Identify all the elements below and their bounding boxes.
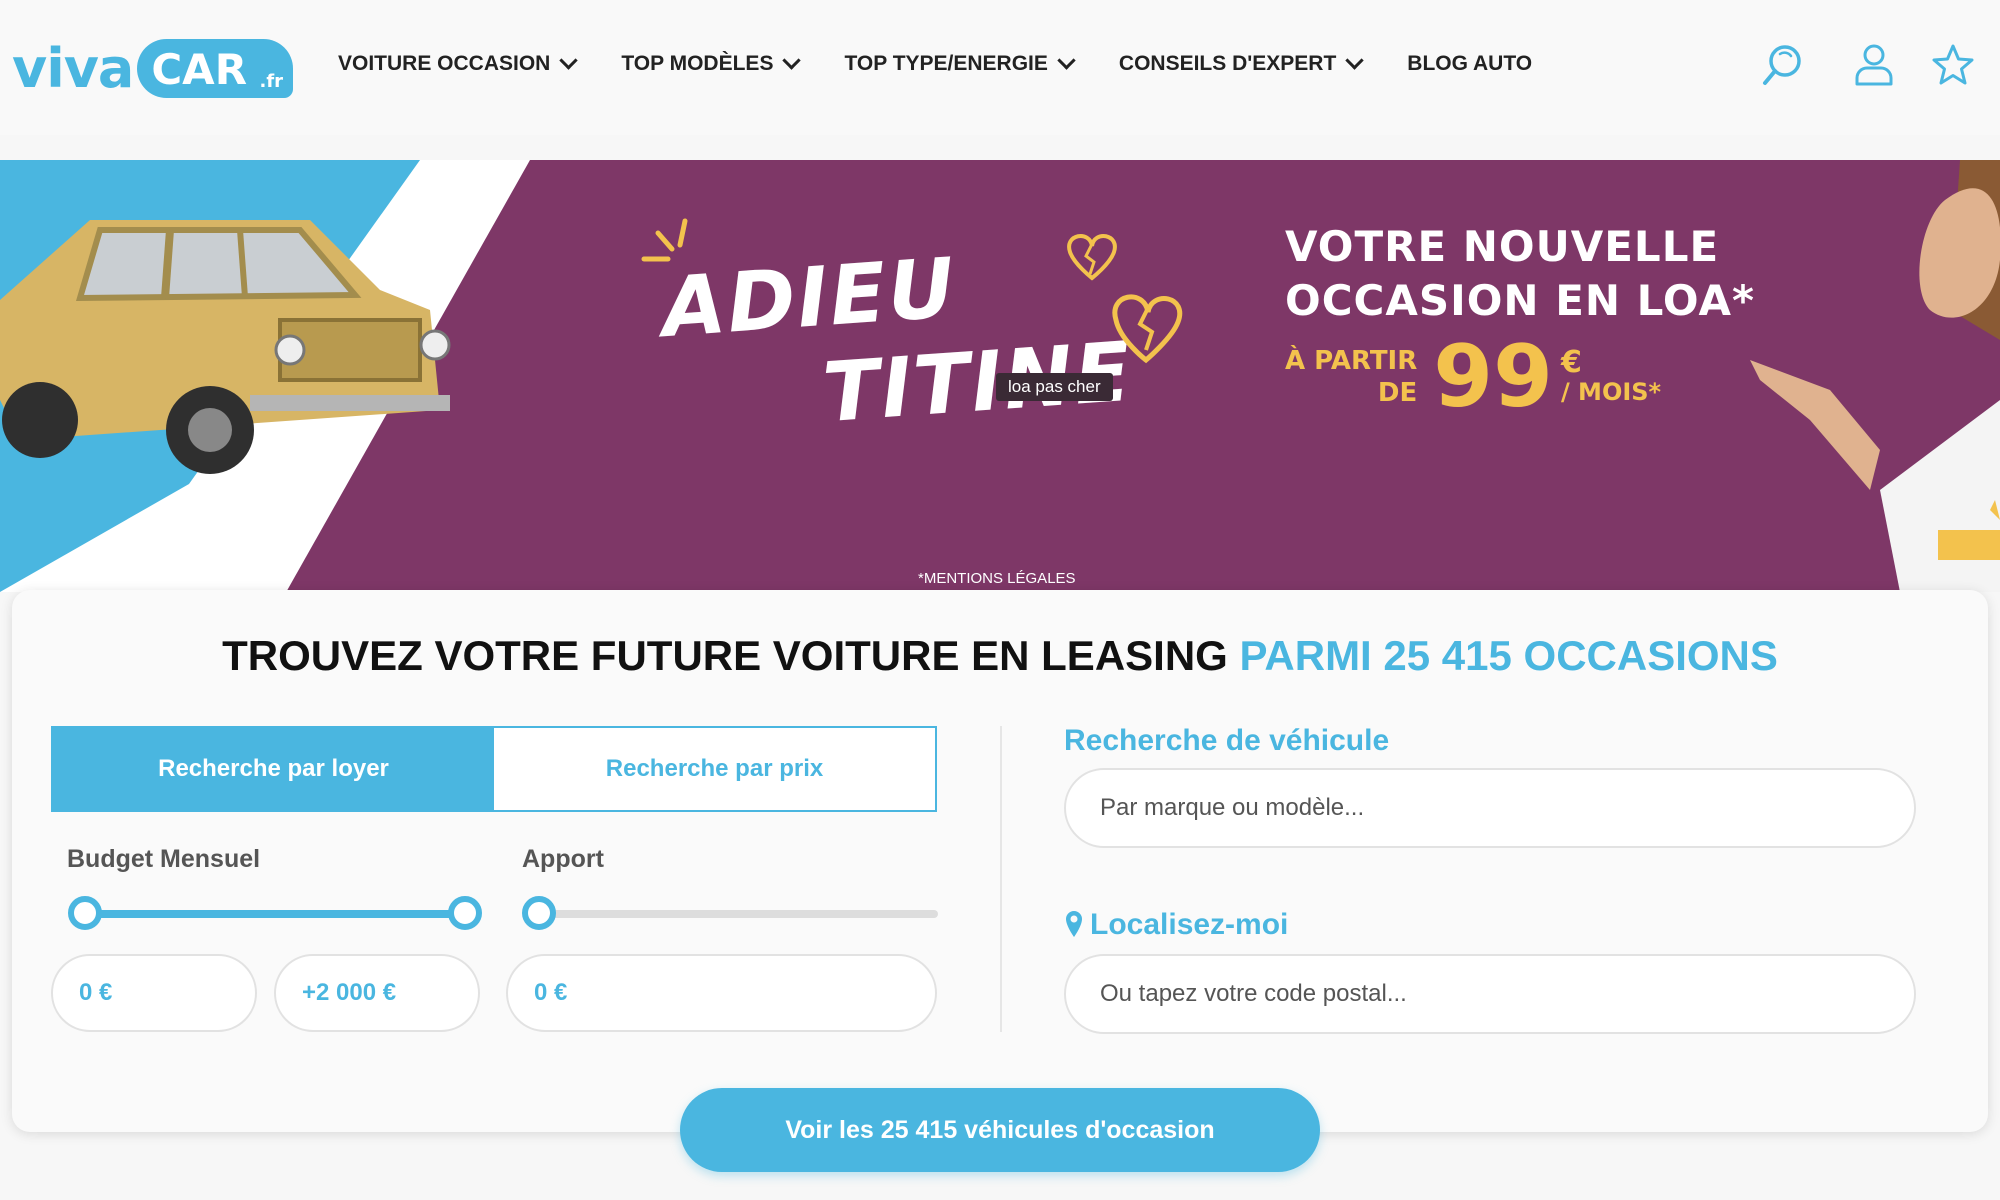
legal-mentions-link[interactable]: *MENTIONS LÉGALES: [918, 570, 1076, 587]
tab-recherche-prix[interactable]: Recherche par prix: [494, 728, 935, 810]
chevron-down-icon: [1057, 50, 1076, 70]
logo-car-badge: CAR .fr: [137, 38, 294, 98]
chevron-down-icon: [782, 50, 802, 70]
promo-banner[interactable]: ADIEU TITINE loa pas cher VOTRE NOUVELLE…: [0, 160, 2000, 592]
budget-max-handle[interactable]: [448, 896, 482, 930]
nav-label: TOP MODÈLES: [621, 52, 774, 75]
logo-fr-text: .fr: [259, 70, 284, 92]
promo-apartir: À PARTIR DE: [1285, 345, 1417, 409]
chevron-down-icon: [1345, 50, 1364, 70]
budget-min-handle[interactable]: [68, 896, 102, 930]
locate-me-button[interactable]: Localisez-moi: [1064, 908, 1288, 942]
nav-label: BLOG AUTO: [1407, 52, 1533, 75]
postal-code-input[interactable]: [1100, 980, 1914, 1008]
vehicle-search-label: Recherche de véhicule: [1064, 724, 1390, 757]
location-pin-icon: [1066, 911, 1082, 937]
promo-unit: € / MOIS*: [1560, 345, 1662, 407]
nav-blog-auto[interactable]: BLOG AUTO: [1407, 52, 1532, 76]
search-mode-tabs: Recherche par loyer Recherche par prix: [51, 726, 937, 812]
budget-label: Budget Mensuel: [67, 845, 261, 873]
promo-text: VOTRE NOUVELLE OCCASION EN LOA* À PARTIR…: [1285, 220, 1755, 420]
budget-max-field[interactable]: +2 000 €: [274, 954, 480, 1032]
budget-min-value: 0 €: [79, 979, 113, 1006]
nav-conseils-expert[interactable]: CONSEILS D'EXPERT: [1118, 50, 1364, 76]
apport-value: 0 €: [534, 979, 568, 1006]
site-header: viva CAR .fr VOITURE OCCASION TOP MODÈLE…: [0, 0, 2000, 135]
man-pointing-illustration: [1750, 160, 2000, 592]
nav-voiture-occasion[interactable]: VOITURE OCCASION: [338, 50, 579, 76]
apport-slider-track[interactable]: [540, 910, 938, 918]
promo-price: 99: [1433, 327, 1553, 427]
view-vehicles-button[interactable]: Voir les 25 415 véhicules d'occasion: [680, 1088, 1320, 1172]
search-title-accent: PARMI 25 415 OCCASIONS: [1239, 632, 1778, 679]
vivacar-logo[interactable]: viva CAR .fr: [12, 36, 294, 100]
tab-recherche-loyer[interactable]: Recherche par loyer: [53, 728, 494, 810]
budget-max-value: +2 000 €: [302, 979, 397, 1006]
user-icon[interactable]: [1851, 42, 1897, 88]
locate-me-label: Localisez-moi: [1090, 908, 1289, 941]
star-icon[interactable]: [1930, 42, 1976, 88]
promo-line2: OCCASION EN LOA*: [1285, 276, 1755, 325]
main-nav: VOITURE OCCASION TOP MODÈLES TOP TYPE/EN…: [338, 50, 1578, 76]
old-car-illustration: [0, 220, 451, 474]
promo-apartir-1: À PARTIR: [1285, 346, 1418, 376]
postal-code-field[interactable]: [1064, 954, 1916, 1034]
search-card: TROUVEZ VOTRE FUTURE VOITURE EN LEASING …: [12, 590, 1988, 1132]
apport-field[interactable]: 0 €: [506, 954, 937, 1032]
promo-price-block: À PARTIR DE 99 € / MOIS*: [1285, 334, 1755, 420]
vehicle-search-input[interactable]: [1100, 794, 1914, 822]
nav-label: CONSEILS D'EXPERT: [1118, 52, 1337, 75]
vehicle-search-field[interactable]: [1064, 768, 1916, 848]
promo-currency: €: [1560, 345, 1582, 380]
promo-line1: VOTRE NOUVELLE: [1285, 222, 1720, 271]
nav-label: VOITURE OCCASION: [338, 52, 551, 75]
chevron-down-icon: [559, 50, 579, 70]
promo-apartir-2: DE: [1377, 378, 1418, 408]
nav-label: TOP TYPE/ENERGIE: [844, 52, 1048, 75]
apport-label: Apport: [522, 845, 604, 873]
nav-top-type-energie[interactable]: TOP TYPE/ENERGIE: [844, 50, 1076, 76]
budget-min-field[interactable]: 0 €: [51, 954, 257, 1032]
search-title: TROUVEZ VOTRE FUTURE VOITURE EN LEASING …: [12, 632, 1988, 680]
promo-period: / MOIS*: [1560, 378, 1662, 406]
banner-tooltip: loa pas cher: [996, 373, 1113, 401]
nav-top-modeles[interactable]: TOP MODÈLES: [621, 50, 802, 76]
apport-handle[interactable]: [522, 896, 556, 930]
logo-car-text: CAR: [151, 44, 248, 94]
budget-slider-track[interactable]: [86, 910, 466, 918]
search-title-main: TROUVEZ VOTRE FUTURE VOITURE EN LEASING: [222, 632, 1240, 679]
search-icon[interactable]: [1760, 42, 1806, 88]
logo-viva-text: viva: [12, 36, 134, 100]
broken-heart-icon: [1067, 234, 1183, 364]
vertical-divider: [1000, 726, 1002, 1032]
